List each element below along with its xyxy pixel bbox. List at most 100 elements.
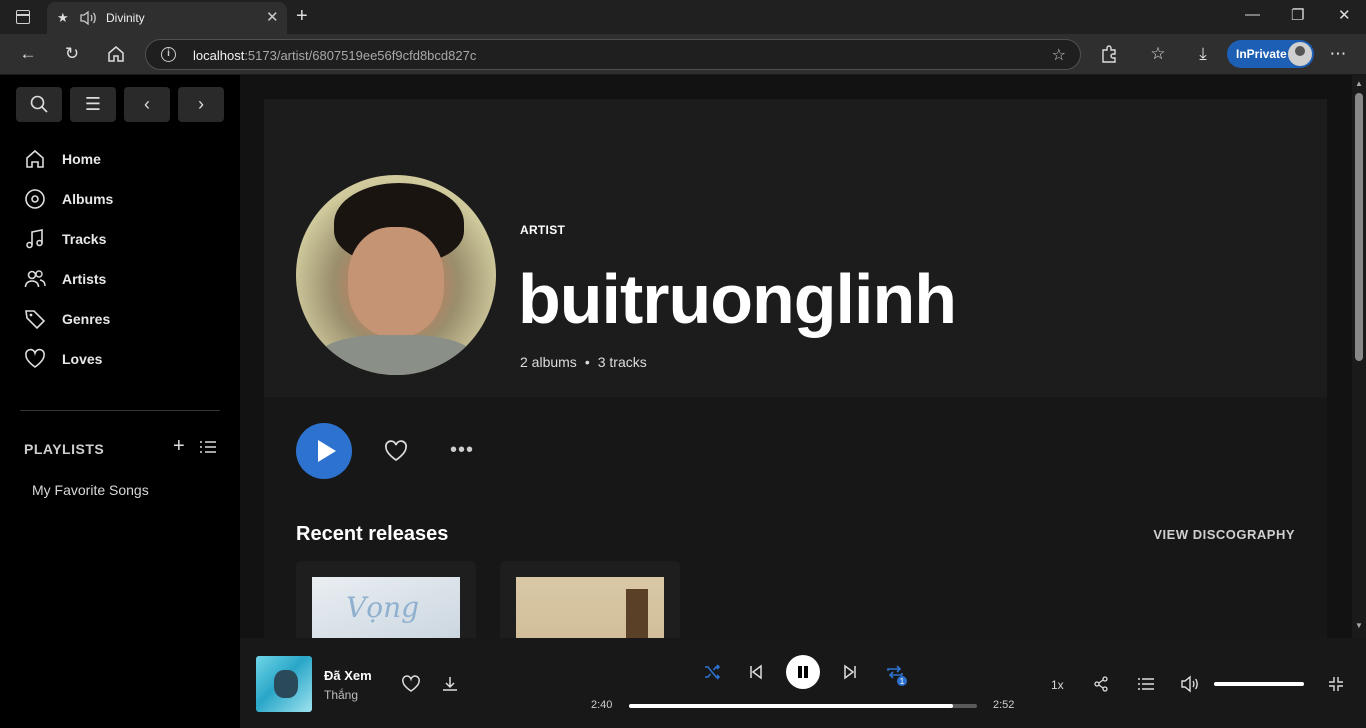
favicon-icon: ★ [57, 10, 69, 25]
scroll-down-icon[interactable]: ▼ [1355, 621, 1363, 630]
shuffle-icon[interactable] [703, 663, 721, 681]
nav-back-button[interactable]: ‹ [124, 87, 170, 122]
sidebar-item-genres[interactable]: Genres [24, 305, 224, 333]
url-text: localhost:5173/artist/6807519ee56f9cfd8b… [193, 48, 477, 63]
like-artist-icon[interactable] [383, 439, 409, 463]
sidebar-item-label: Genres [62, 311, 111, 327]
favorites-icon[interactable]: ☆ [1147, 43, 1169, 65]
more-options-icon[interactable]: ••• [450, 439, 474, 462]
player-bar: Đã Xem Thắng 1 2:40 2:52 1x [240, 638, 1366, 728]
collapse-fullscreen-icon[interactable] [1328, 676, 1344, 692]
artist-stats: 2 albums • 3 tracks [520, 354, 647, 370]
release-cover [516, 577, 664, 638]
now-playing-title[interactable]: Đã Xem [324, 668, 372, 683]
playlist-list-icon[interactable] [200, 440, 216, 454]
address-bar-row: ← ↻ i localhost:5173/artist/6807519ee56f… [0, 34, 1366, 75]
previous-track-icon[interactable] [748, 664, 764, 680]
sidebar-item-label: Loves [62, 351, 103, 367]
search-button[interactable] [16, 87, 62, 122]
playlists-heading: PLAYLISTS [24, 441, 105, 457]
recent-releases-heading: Recent releases [296, 523, 449, 545]
site-info-icon[interactable]: i [161, 47, 176, 62]
release-card[interactable]: Vọng [296, 561, 476, 638]
playback-speed-button[interactable]: 1x [1051, 678, 1064, 692]
hamburger-icon: ☰ [84, 94, 102, 114]
refresh-icon[interactable]: ↻ [61, 43, 83, 65]
view-discography-link[interactable]: VIEW DISCOGRAPHY [1153, 527, 1295, 542]
tag-icon [25, 310, 46, 330]
artist-hero: ARTIST buitruonglinh 2 albums • 3 tracks [264, 99, 1327, 397]
heart-icon [25, 348, 45, 368]
new-tab-icon[interactable]: + [296, 5, 308, 28]
like-track-icon[interactable] [401, 675, 421, 693]
tracks-count[interactable]: 3 tracks [598, 354, 647, 370]
downloads-icon[interactable]: ⤓ [1192, 43, 1214, 65]
stats-separator: • [584, 354, 590, 370]
menu-button[interactable]: ☰ [70, 87, 116, 122]
music-note-icon [26, 229, 43, 249]
home-browser-icon[interactable] [105, 43, 127, 65]
volume-icon[interactable] [1180, 675, 1200, 693]
tab-actions-icon[interactable] [16, 10, 30, 24]
artist-panel: ARTIST buitruonglinh 2 albums • 3 tracks •… [264, 99, 1327, 638]
tab-title: Divinity [106, 11, 145, 25]
pause-button[interactable] [786, 655, 820, 689]
nav-forward-button[interactable]: › [178, 87, 224, 122]
volume-fill [1214, 682, 1304, 686]
album-icon [25, 189, 45, 209]
scroll-up-icon[interactable]: ▲ [1355, 79, 1363, 88]
add-playlist-icon[interactable]: + [173, 435, 185, 458]
url-field[interactable]: i localhost:5173/artist/6807519ee56f9cfd… [145, 39, 1081, 70]
scroll-thumb[interactable] [1355, 93, 1363, 361]
progress-fill [629, 704, 953, 708]
sidebar-item-label: Home [62, 151, 101, 167]
elapsed-time: 2:40 [591, 699, 613, 711]
repeat-badge: 1 [900, 677, 905, 686]
queue-icon[interactable] [1138, 677, 1154, 691]
tab-close-icon[interactable]: ✕ [266, 8, 279, 26]
minimize-icon[interactable]: — [1245, 6, 1260, 23]
sidebar-item-artists[interactable]: Artists [24, 265, 224, 293]
browser-tab[interactable]: ★ Divinity ✕ [47, 2, 287, 34]
sidebar-divider [20, 410, 220, 411]
main-content: ARTIST buitruonglinh 2 albums • 3 tracks •… [240, 75, 1352, 638]
restore-icon[interactable]: ❐ [1291, 6, 1304, 24]
inprivate-label: InPrivate [1236, 47, 1287, 61]
page-scrollbar[interactable]: ▲ ▼ [1352, 75, 1366, 638]
profile-avatar [1288, 42, 1312, 66]
home-icon [26, 149, 44, 168]
back-icon[interactable]: ← [17, 43, 39, 65]
tab-audio-icon[interactable] [79, 10, 97, 26]
sidebar-item-tracks[interactable]: Tracks [24, 225, 224, 253]
artist-avatar [296, 175, 496, 375]
release-cover: Vọng [312, 577, 460, 638]
repeat-one-icon[interactable]: 1 [885, 662, 909, 686]
share-icon[interactable] [1093, 676, 1109, 692]
play-artist-button[interactable] [296, 423, 352, 479]
sidebar-item-home[interactable]: Home [24, 145, 224, 173]
sidebar-item-label: Artists [62, 271, 107, 287]
inprivate-badge[interactable]: InPrivate [1227, 40, 1314, 68]
progress-bar[interactable] [629, 704, 977, 708]
sidebar: ☰ ‹ › Home Albums Tracks Artists Genres … [0, 75, 240, 728]
users-icon [24, 270, 46, 288]
window-close-icon[interactable]: ✕ [1338, 6, 1351, 24]
next-track-icon[interactable] [842, 664, 858, 680]
search-icon [30, 95, 48, 113]
favorite-star-icon[interactable]: ☆ [1052, 45, 1066, 65]
now-playing-artist[interactable]: Thắng [324, 688, 358, 702]
download-icon[interactable] [441, 675, 459, 693]
browser-tab-bar: ★ Divinity ✕ + — ❐ ✕ [0, 0, 1366, 34]
sidebar-item-loves[interactable]: Loves [24, 345, 224, 373]
browser-menu-icon[interactable]: ⋯ [1327, 43, 1349, 65]
playlist-item[interactable]: My Favorite Songs [32, 482, 149, 498]
extensions-icon[interactable] [1098, 43, 1120, 65]
volume-slider[interactable] [1214, 682, 1304, 686]
release-card[interactable] [500, 561, 680, 638]
sidebar-item-albums[interactable]: Albums [24, 185, 224, 213]
sidebar-item-label: Tracks [62, 231, 107, 247]
albums-count[interactable]: 2 albums [520, 354, 577, 370]
chevron-left-icon: ‹ [144, 94, 150, 114]
artist-type-label: ARTIST [520, 223, 566, 237]
now-playing-cover[interactable] [256, 656, 312, 712]
